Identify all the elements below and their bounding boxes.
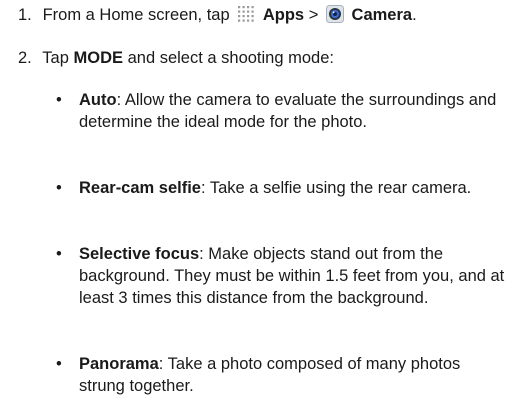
mode-item-rear-cam-selfie: • Rear-cam selfie: Take a selfie using t… — [56, 177, 506, 221]
mode-item-selective-focus: • Selective focus: Make objects stand ou… — [56, 243, 506, 331]
step-text: From a Home screen, tap — [42, 6, 230, 24]
bullet-dot: • — [56, 179, 62, 197]
step-text-suffix: and select a shooting mode: — [127, 49, 334, 67]
mode-text: Selective focus: Make objects stand out … — [79, 243, 509, 309]
apps-grid-icon — [238, 6, 254, 22]
mode-text: Panorama: Take a photo composed of many … — [79, 353, 509, 397]
mode-item-panorama: • Panorama: Take a photo composed of man… — [56, 353, 506, 397]
mode-text: Auto: Allow the camera to evaluate the s… — [79, 89, 509, 133]
step-end: . — [412, 6, 417, 24]
mode-name: Selective focus — [79, 245, 200, 263]
mode-name: Rear-cam selfie — [79, 179, 201, 197]
mode-item-auto: • Auto: Allow the camera to evaluate the… — [56, 89, 506, 155]
camera-app-icon — [325, 5, 344, 23]
apps-label: Apps — [262, 6, 305, 24]
bullet-dot: • — [56, 91, 62, 109]
mode-name: Auto — [79, 91, 117, 109]
step-text: Tap — [42, 49, 69, 67]
instructions-page: 1. From a Home screen, tap Apps > Camera… — [0, 0, 516, 405]
bullet-dot: • — [56, 245, 62, 263]
step-number: 2. — [18, 49, 32, 67]
mode-description: : Take a selfie using the rear camera. — [201, 179, 472, 197]
step-1: 1. From a Home screen, tap Apps > Camera… — [18, 4, 417, 26]
mode-description: : Allow the camera to evaluate the surro… — [79, 91, 497, 131]
step-2: 2. Tap MODE and select a shooting mode: — [18, 47, 334, 69]
camera-label: Camera — [351, 6, 413, 24]
menu-separator: > — [308, 6, 319, 24]
bullet-dot: • — [56, 355, 62, 373]
step-number: 1. — [18, 6, 32, 24]
mode-name: Panorama — [79, 355, 159, 373]
mode-text: Rear-cam selfie: Take a selfie using the… — [79, 177, 509, 199]
mode-label: MODE — [73, 49, 124, 67]
